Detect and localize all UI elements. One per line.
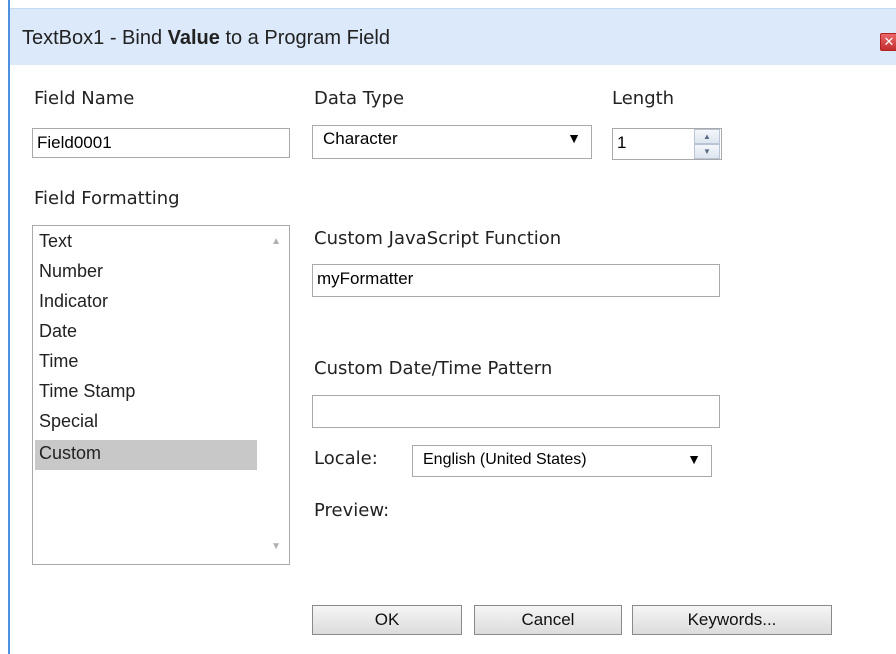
locale-value: English (United States) <box>423 451 587 468</box>
list-item-date[interactable]: Date <box>35 318 257 348</box>
dialog-title: TextBox1 - Bind Value to a Program Field <box>22 27 390 50</box>
spin-down-icon[interactable]: ▼ <box>694 144 720 159</box>
list-item-number[interactable]: Number <box>35 258 257 288</box>
custom-pattern-label: Custom Date/Time Pattern <box>314 358 553 379</box>
list-item-indicator[interactable]: Indicator <box>35 288 257 318</box>
close-icon[interactable]: ✕ <box>880 33 896 51</box>
list-item-special[interactable]: Special <box>35 408 257 438</box>
scroll-up-icon[interactable]: ▲ <box>271 236 281 247</box>
field-formatting-list[interactable]: Text Number Indicator Date Time Time Sta… <box>32 225 290 565</box>
ok-button[interactable]: OK <box>312 605 462 635</box>
title-suffix: to a Program Field <box>219 27 390 49</box>
length-label: Length <box>612 88 675 109</box>
locale-label: Locale: <box>314 448 378 469</box>
spin-up-icon[interactable]: ▲ <box>694 129 720 144</box>
title-bar[interactable]: TextBox1 - Bind Value to a Program Field… <box>10 8 896 65</box>
window-edge <box>0 0 10 654</box>
list-item-time-stamp[interactable]: Time Stamp <box>35 378 257 408</box>
custom-js-label: Custom JavaScript Function <box>314 228 562 249</box>
scroll-down-icon[interactable]: ▼ <box>271 541 281 552</box>
data-type-value: Character <box>323 129 398 148</box>
custom-js-input[interactable]: myFormatter <box>312 264 720 297</box>
bind-dialog: TextBox1 - Bind Value to a Program Field… <box>0 0 896 654</box>
cancel-button[interactable]: Cancel <box>474 605 622 635</box>
title-prefix: TextBox1 - Bind <box>22 27 168 49</box>
keywords-button[interactable]: Keywords... <box>632 605 832 635</box>
list-item-custom[interactable]: Custom <box>35 440 257 470</box>
field-name-input[interactable]: Field0001 <box>32 128 290 158</box>
data-type-label: Data Type <box>314 88 405 109</box>
field-name-label: Field Name <box>34 88 135 109</box>
dropdown-arrow-icon: ▼ <box>687 451 701 467</box>
data-type-select[interactable]: Character ▼ <box>312 125 592 159</box>
locale-select[interactable]: English (United States) ▼ <box>412 445 712 477</box>
title-bold: Value <box>167 27 220 49</box>
custom-pattern-input[interactable] <box>312 395 720 428</box>
preview-label: Preview: <box>314 500 390 521</box>
dropdown-arrow-icon: ▼ <box>567 130 581 146</box>
field-formatting-label: Field Formatting <box>34 188 180 209</box>
list-item-time[interactable]: Time <box>35 348 257 378</box>
list-item-text[interactable]: Text <box>35 228 257 258</box>
length-spinner[interactable]: ▲ ▼ <box>694 128 720 160</box>
